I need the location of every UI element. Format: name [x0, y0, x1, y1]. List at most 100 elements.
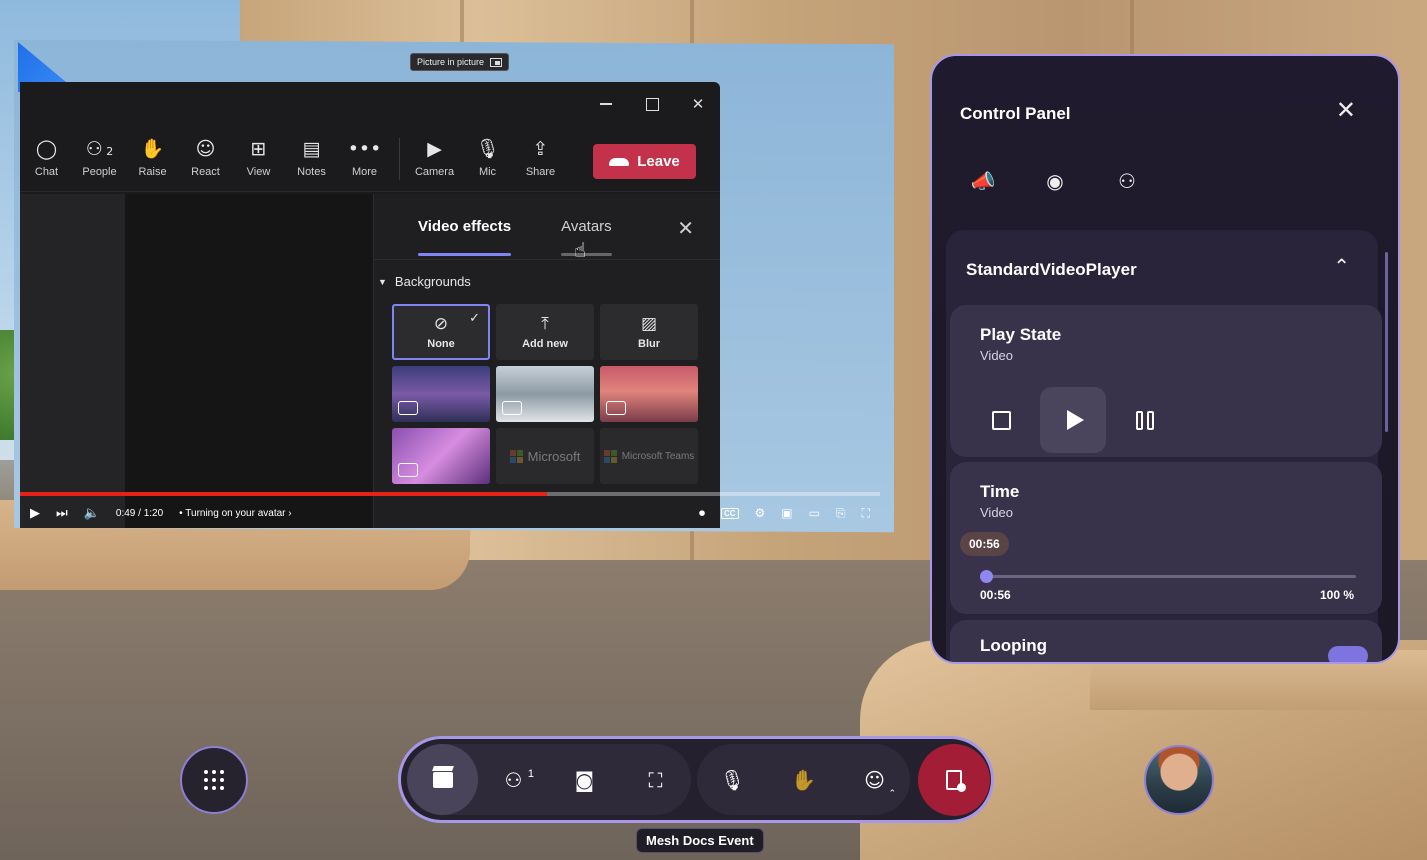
raise-hand-button[interactable]: ✋ [768, 744, 839, 815]
close-effects-icon[interactable]: ✕ [677, 216, 694, 241]
mic-icon: 🎙 [719, 767, 746, 792]
video-effects-pane: Video effects Avatars ✕ ☝ ▼ Backgrounds … [373, 194, 720, 528]
video-background-icon [398, 401, 418, 415]
miniplayer-icon[interactable]: ▣ [781, 506, 792, 520]
screenshot-button[interactable]: ⛶ [620, 744, 691, 815]
toolbar-view-button[interactable]: ⊞ View [232, 139, 285, 178]
background-thumbnail[interactable] [392, 366, 490, 422]
toolbar-share-button[interactable]: ⇪ Share [514, 139, 567, 178]
chevron-up-icon[interactable]: ⌃ [1333, 254, 1350, 278]
toolbar-react-button[interactable]: ☺ React [179, 139, 232, 178]
captions-button[interactable]: CC [720, 507, 739, 519]
cast-icon[interactable]: ⎘ [836, 506, 846, 521]
close-window-button[interactable]: ✕ [690, 96, 706, 113]
broadcast-icon[interactable]: ◉ [1042, 168, 1068, 194]
autoplay-toggle[interactable]: ⏺ [699, 506, 705, 521]
theater-mode-icon[interactable]: ▭ [809, 506, 820, 520]
toolbar-mic-button[interactable]: 🎙 Mic [461, 139, 514, 178]
checkmark-icon: ✓ [469, 310, 480, 325]
looping-toggle[interactable] [1328, 646, 1368, 662]
background-blur[interactable]: ▨ Blur [600, 304, 698, 360]
manage-attendees-icon[interactable]: ⚇ [1114, 168, 1140, 194]
dock-group-content: ⚇ 1 ◙ ⛶ [407, 744, 691, 815]
avatar-button[interactable] [1144, 745, 1214, 815]
maximize-button[interactable] [644, 96, 660, 112]
event-name-label: Mesh Docs Event [636, 828, 764, 853]
settings-gear-icon[interactable]: ⚙ [755, 506, 766, 520]
people-icon: ⚇ 2 [85, 138, 114, 160]
toolbar-label: Mic [478, 166, 497, 178]
next-icon[interactable]: ⏭ [56, 505, 68, 521]
play-state-title: Play State [980, 325, 1062, 344]
toolbar-people-button[interactable]: ⚇ 2 People [73, 139, 126, 178]
panel-tool-icons: 📣 ◉ ⚇ [970, 168, 1140, 194]
volume-icon[interactable]: 🔈 [84, 505, 100, 521]
toolbar-chat-button[interactable]: ◯ Chat [20, 139, 73, 178]
toolbar-more-button[interactable]: ••• More [338, 139, 391, 178]
announce-icon[interactable]: 📣 [970, 168, 996, 194]
time-start-label: 00:56 [980, 588, 1011, 602]
video-progress-bar[interactable] [20, 492, 880, 496]
reactions-button[interactable]: ☺ ⌃ [839, 744, 910, 815]
control-panel: Control Panel ✕ 📣 ◉ ⚇ StandardVideoPlaye… [930, 54, 1400, 664]
time-title: Time [980, 482, 1020, 501]
hand-cursor-icon: ☝ [574, 240, 587, 262]
backgrounds-heading[interactable]: ▼ Backgrounds [374, 260, 720, 289]
time-slider[interactable] [980, 570, 1356, 583]
share-icon: ⇪ [532, 138, 549, 160]
video-player-controls: ▶ ⏭ 🔈 0:49 / 1:20 • Turning on your avat… [20, 500, 880, 526]
microsoft-tile-label: Microsoft [527, 448, 581, 464]
panel-scrollbar[interactable] [1385, 252, 1388, 432]
time-slider-thumb[interactable] [980, 570, 993, 583]
caret-up-icon: ⌃ [888, 789, 896, 799]
tab-avatars[interactable]: Avatars [561, 194, 612, 260]
meeting-body: Video effects Avatars ✕ ☝ ▼ Backgrounds … [20, 194, 720, 528]
background-option-label: Add new [522, 338, 568, 350]
play-state-card: Play State Video [950, 305, 1382, 457]
bottom-dock: ⚇ 1 ◙ ⛶ 🎙 ✋ ☺ ⌃ [398, 736, 994, 823]
pause-button[interactable] [1112, 387, 1178, 453]
stop-button[interactable] [968, 387, 1034, 453]
background-microsoft-teams[interactable]: Microsoft Teams [600, 428, 698, 484]
emoji-icon: ☺ [864, 767, 885, 792]
view-icon: ⊞ [250, 138, 267, 160]
leave-event-button[interactable] [918, 743, 990, 816]
capture-frame-icon: ⛶ [648, 767, 663, 792]
toolbar-camera-button[interactable]: ▶ Camera [408, 139, 461, 178]
apps-menu-button[interactable] [180, 746, 248, 814]
play-icon [1066, 410, 1084, 430]
video-progress-fill [20, 492, 547, 496]
leave-label: Leave [637, 153, 680, 170]
play-icon[interactable]: ▶ [30, 505, 40, 521]
content-button[interactable] [407, 744, 478, 815]
video-background-icon [398, 463, 418, 477]
more-icon: ••• [347, 138, 382, 160]
background-add-new[interactable]: ⤒ Add new [496, 304, 594, 360]
pause-icon [1136, 410, 1154, 430]
background-microsoft[interactable]: Microsoft [496, 428, 594, 484]
people-count-badge: 2 [102, 145, 114, 158]
background-thumbnail[interactable] [600, 366, 698, 422]
background-thumbnail[interactable] [496, 366, 594, 422]
time-end-label: 100 % [1319, 588, 1354, 602]
play-state-subtitle: Video [980, 348, 1014, 363]
toolbar-label: View [246, 166, 271, 178]
microsoft-logo-icon [603, 449, 617, 463]
close-panel-icon[interactable]: ✕ [1336, 96, 1356, 124]
background-thumbnail[interactable] [392, 428, 490, 484]
toolbar-notes-button[interactable]: ▤ Notes [285, 139, 338, 178]
standard-video-player-section: StandardVideoPlayer ⌃ Play State Video T… [946, 230, 1382, 662]
people-button[interactable]: ⚇ 1 [478, 744, 549, 815]
tab-video-effects[interactable]: Video effects [418, 194, 512, 260]
play-button[interactable] [1040, 387, 1106, 453]
chapter-title[interactable]: • Turning on your avatar › [179, 508, 291, 519]
toolbar-raise-button[interactable]: ✋ Raise [126, 139, 179, 178]
fullscreen-icon[interactable]: ⛶ [862, 506, 870, 521]
leave-button[interactable]: Leave [593, 144, 696, 179]
background-none[interactable]: ✓ ⊘ None [392, 304, 490, 360]
minimize-button[interactable] [598, 96, 614, 112]
camera-button[interactable]: ◙ [549, 744, 620, 815]
mic-button[interactable]: 🎙 [697, 744, 768, 815]
video-time: 0:49 / 1:20 [115, 507, 164, 519]
raise-hand-icon: ✋ [791, 767, 816, 792]
